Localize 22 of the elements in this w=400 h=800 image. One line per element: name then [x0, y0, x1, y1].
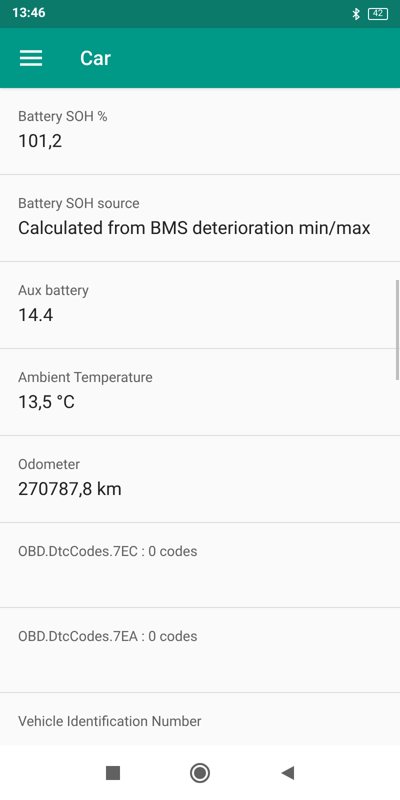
item-value: 270787,8 km: [18, 478, 123, 502]
item-value: 13,5 °C: [18, 391, 76, 415]
item-label: OBD.DtcCodes.7EA : 0 codes: [18, 628, 198, 646]
home-button[interactable]: [190, 762, 210, 782]
item-label: Ambient Temperature: [18, 369, 154, 387]
menu-icon: [20, 50, 42, 66]
bluetooth-icon: [352, 8, 360, 20]
recents-button[interactable]: [106, 766, 120, 780]
back-icon: [280, 766, 294, 780]
item-label: Battery SOH %: [18, 108, 109, 126]
status-time: 13:46: [12, 5, 46, 24]
app-title: Car: [80, 45, 111, 72]
item-label: Odometer: [18, 456, 81, 474]
item-label: Battery SOH source: [18, 195, 141, 213]
item-label: OBD.DtcCodes.7EC : 0 codes: [18, 543, 198, 561]
item-value: 101,2: [18, 130, 64, 154]
item-label: Vehicle Identification Number: [18, 713, 203, 731]
battery-icon: 42: [368, 8, 388, 20]
item-value: Calculated from BMS deterioration min/max: [18, 217, 372, 241]
back-button[interactable]: [280, 766, 294, 780]
item-label: Aux battery: [18, 282, 90, 300]
item-value: 14.4: [18, 304, 54, 328]
